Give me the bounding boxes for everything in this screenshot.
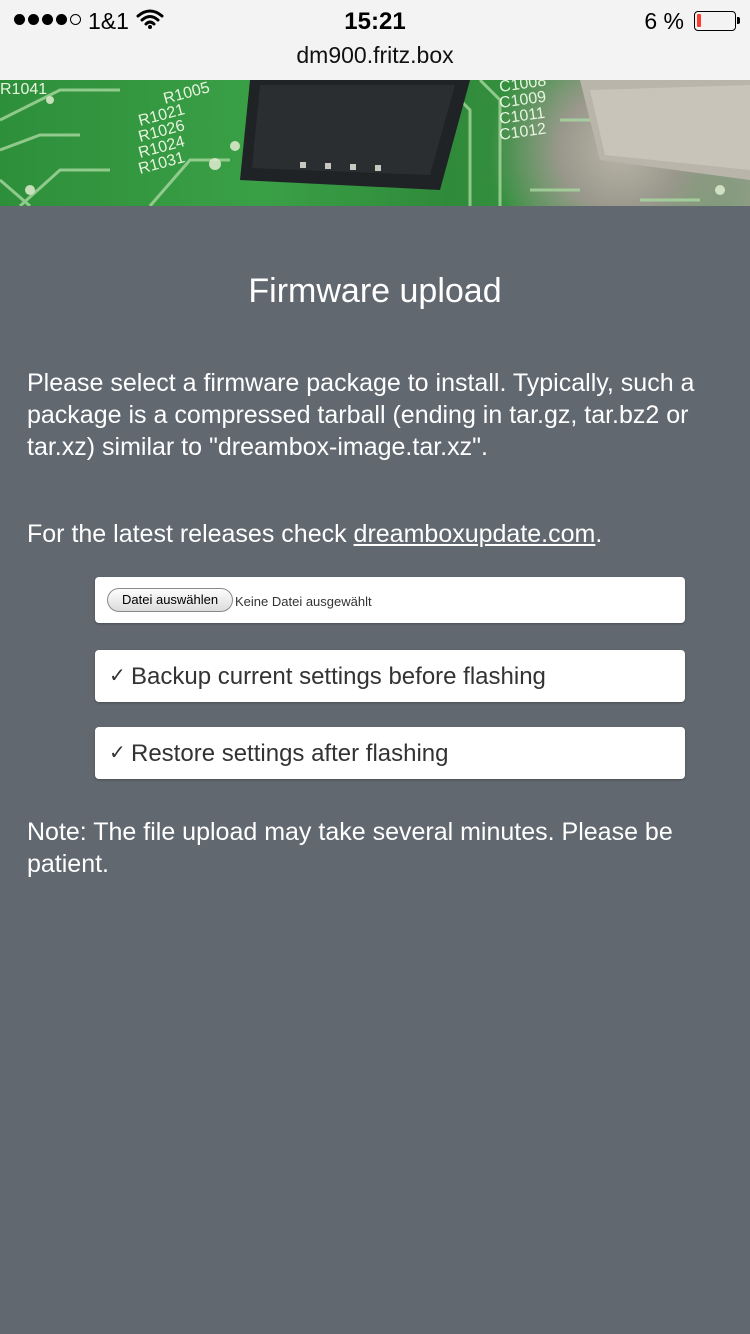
restore-settings-checkbox[interactable]: ✓ Restore settings after flashing [95, 727, 685, 779]
latest-releases-text: For the latest releases check dreamboxup… [27, 518, 707, 550]
choose-file-button[interactable]: Datei auswählen [107, 588, 234, 612]
restore-settings-label: Restore settings after flashing [131, 740, 449, 767]
file-status-text: Keine Datei ausgewählt [235, 594, 372, 609]
checkmark-icon: ✓ [109, 742, 126, 764]
header-banner-image: R1041 R1005 R1021 R1026 R1024 R1031 C100… [0, 80, 750, 206]
dreamboxupdate-link[interactable]: dreamboxupdate.com [354, 520, 596, 548]
latest-releases-prefix: For the latest releases check [27, 520, 354, 548]
file-input[interactable]: Datei auswählen Keine Datei ausgewählt [95, 577, 685, 623]
battery-icon [694, 11, 740, 31]
banner-label: R1005 [162, 80, 212, 108]
status-bar: 1&1 15:21 6 % [0, 6, 750, 36]
address-bar[interactable]: dm900.fritz.box [0, 42, 750, 69]
latest-releases-suffix: . [595, 520, 603, 548]
browser-top-bar: 1&1 15:21 6 % dm900.fritz.box [0, 0, 750, 81]
banner-label: R1041 [0, 81, 47, 98]
page-title: Firmware upload [248, 272, 502, 310]
backup-settings-checkbox[interactable]: ✓ Backup current settings before flashin… [95, 650, 685, 702]
intro-text: Please select a firmware package to inst… [27, 369, 695, 461]
backup-settings-label: Backup current settings before flashing [131, 663, 546, 690]
checkmark-icon: ✓ [109, 665, 126, 687]
upload-note: Note: The file upload may take several m… [27, 818, 673, 878]
clock: 15:21 [344, 8, 406, 35]
battery-percentage: 6 % [644, 8, 684, 34]
